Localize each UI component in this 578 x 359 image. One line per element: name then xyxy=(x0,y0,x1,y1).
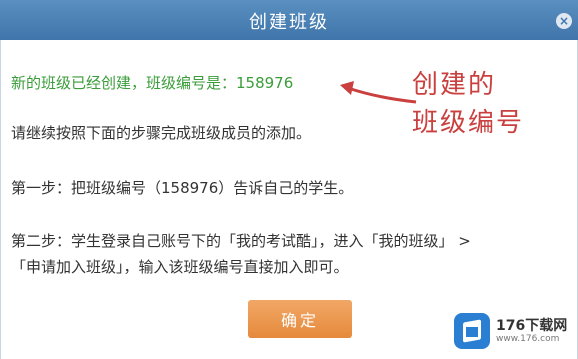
step-one-text: 第一步：把班级编号（158976）告诉自己的学生。 xyxy=(11,179,354,197)
step-two-text-line2: 「申请加入班级」，输入该班级编号直接加入即可。 xyxy=(11,258,349,276)
step-two-text-line1: 第二步：学生登录自己账号下的「我的考试酷」，进入「我的班级」 > xyxy=(11,232,471,250)
created-message: 新的班级已经创建，班级编号是：158976 xyxy=(11,74,294,92)
dialog-titlebar: 创建班级 × xyxy=(0,0,578,40)
annotation-arrow-icon xyxy=(340,81,417,104)
close-icon[interactable]: × xyxy=(556,13,572,29)
confirm-button[interactable]: 确定 xyxy=(248,300,352,338)
instruction-text: 请继续按照下面的步骤完成班级成员的添加。 xyxy=(11,124,312,142)
annotation-line1: 创建的 xyxy=(412,70,497,100)
watermark: 176下载网 www.176.com xyxy=(454,309,572,353)
dialog-title: 创建班级 xyxy=(249,12,329,33)
annotation-line2: 班级编号 xyxy=(412,108,525,138)
watermark-url: www.176.com xyxy=(496,333,560,344)
watermark-logo-icon xyxy=(454,313,490,349)
watermark-brand: 176下载网 xyxy=(496,317,568,334)
